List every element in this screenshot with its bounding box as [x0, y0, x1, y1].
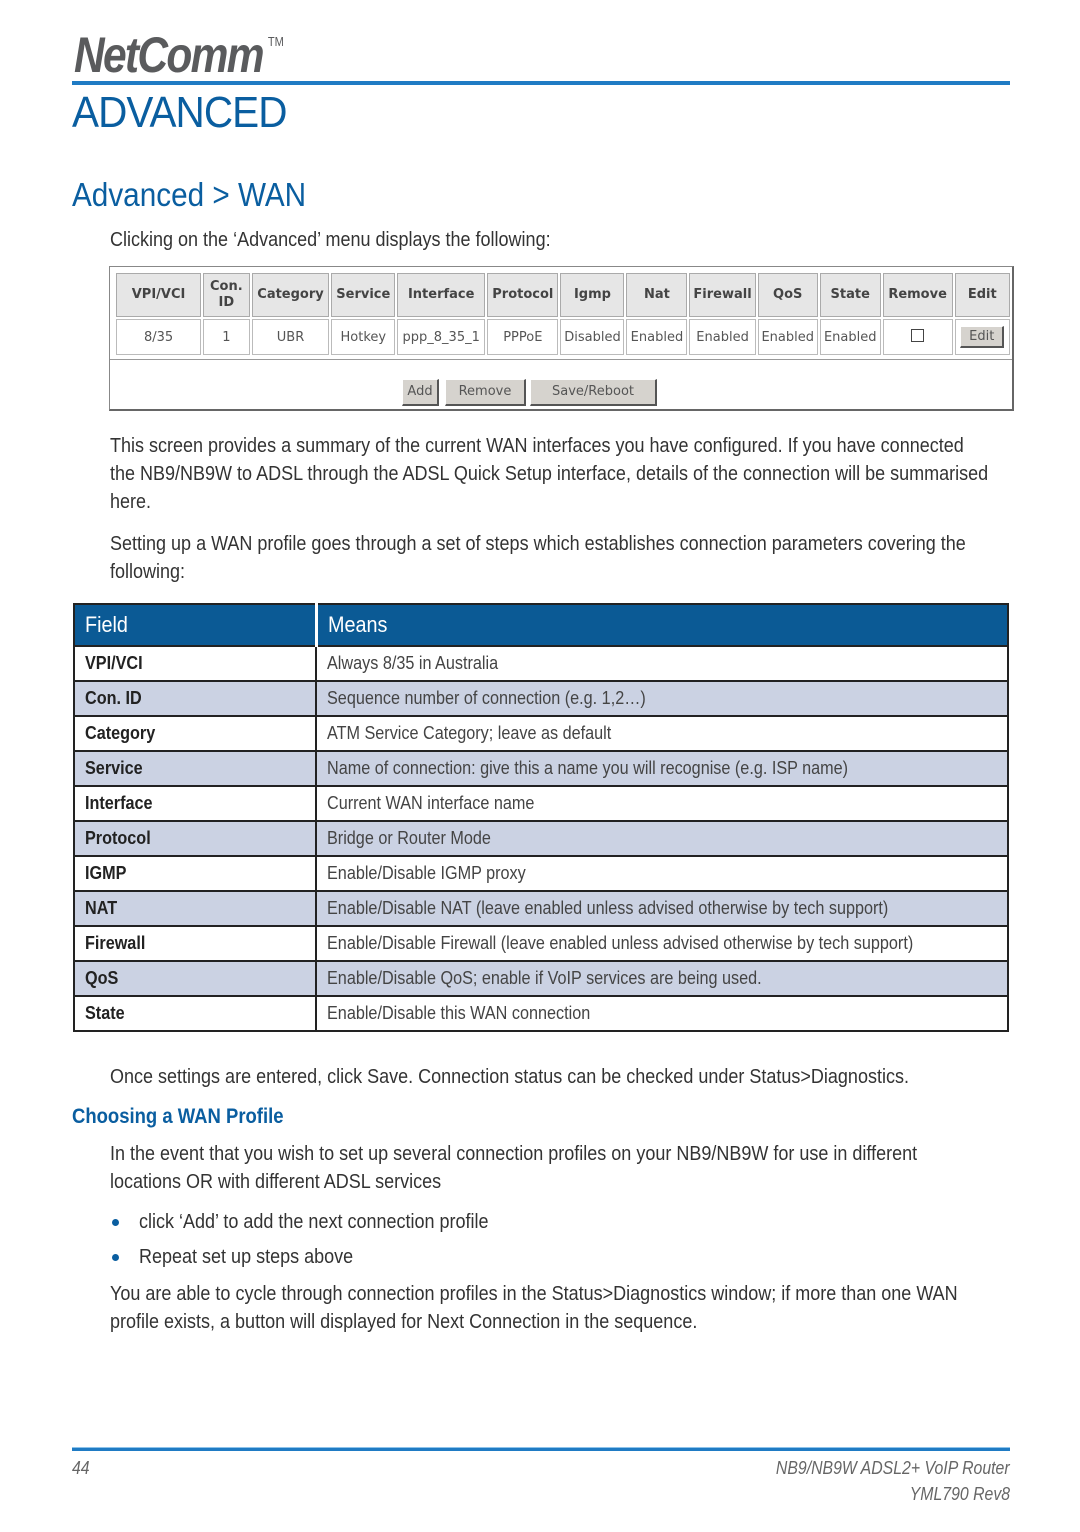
wan-table-row: 8/35 1 UBR Hotkey ppp_8_35_1 PPPoE Disab…: [116, 319, 1010, 355]
wan-screenshot: VPI/VCI Con. ID Category Service Interfac…: [109, 266, 1014, 411]
section-title: Advanced > WAN: [72, 176, 307, 213]
field-meaning: ATM Service Category; leave as default: [315, 715, 1009, 752]
cell-qos: Enabled: [757, 319, 818, 355]
field-name: Category: [73, 715, 317, 752]
field-name: Interface: [73, 785, 317, 822]
bullet-item: click ‘Add’ to add the next connection p…: [112, 1211, 527, 1234]
field-meaning: Enable/Disable IGMP proxy: [315, 855, 1009, 892]
field-name: NAT: [73, 890, 317, 927]
netcomm-logo: NetComm TM: [74, 26, 284, 84]
field-name: QoS: [73, 960, 317, 997]
field-name: State: [73, 995, 317, 1032]
bullet-icon: [112, 1254, 119, 1262]
field-meaning: Enable/Disable Firewall (leave enabled u…: [315, 925, 1009, 962]
field-table-row: QoS Enable/Disable QoS; enable if VoIP se…: [73, 960, 1009, 997]
cell-category: UBR: [251, 319, 330, 355]
col-protocol: Protocol: [487, 273, 559, 317]
field-table-row: Interface Current WAN interface name: [73, 785, 1009, 822]
cell-firewall: Enabled: [689, 319, 756, 355]
cell-con-id: 1: [203, 319, 250, 355]
cell-igmp: Disabled: [560, 319, 625, 355]
field-name: Protocol: [73, 820, 317, 857]
field-table-row: NAT Enable/Disable NAT (leave enabled unl…: [73, 890, 1009, 927]
field-table-header: Field Means: [73, 603, 1009, 647]
field-meaning: Name of connection: give this a name you…: [315, 750, 1009, 787]
field-meaning: Enable/Disable NAT (leave enabled unless…: [315, 890, 1009, 927]
doc-code: YML790 Rev8: [909, 1484, 1010, 1504]
remove-button[interactable]: Remove: [445, 379, 526, 406]
col-qos: QoS: [757, 273, 818, 317]
field-name: IGMP: [73, 855, 317, 892]
cell-vpi-vci: 8/35: [116, 319, 202, 355]
field-meaning: Enable/Disable this WAN connection: [315, 995, 1009, 1032]
col-edit: Edit: [954, 273, 1010, 317]
edit-button[interactable]: Edit: [960, 326, 1005, 348]
summary-paragraph: This screen provides a summary of the cu…: [110, 435, 989, 513]
col-firewall: Firewall: [689, 273, 756, 317]
page-number: 44: [72, 1458, 90, 1478]
wan-table-header: VPI/VCI Con. ID Category Service Interfac…: [116, 273, 1010, 317]
field-meaning: Current WAN interface name: [315, 785, 1009, 822]
bullet-item: Repeat set up steps above: [112, 1246, 377, 1269]
col-nat: Nat: [626, 273, 688, 317]
col-state: State: [819, 273, 881, 317]
bullet-icon: [112, 1219, 119, 1227]
field-meaning: Enable/Disable QoS; enable if VoIP servi…: [315, 960, 1009, 997]
col-service: Service: [331, 273, 396, 317]
header-field: Field: [73, 603, 317, 647]
field-table: Field Means VPI/VCI Always 8/35 in Austra…: [73, 603, 1009, 1032]
field-table-row: State Enable/Disable this WAN connection: [73, 995, 1009, 1032]
field-table-row: IGMP Enable/Disable IGMP proxy: [73, 855, 1009, 892]
cell-nat: Enabled: [626, 319, 688, 355]
remove-checkbox[interactable]: [911, 328, 925, 342]
cycle-paragraph: You are able to cycle through connection…: [110, 1283, 958, 1333]
product-name: NB9/NB9W ADSL2+ VoIP Router: [776, 1458, 1010, 1478]
field-name: Service: [73, 750, 317, 787]
field-meaning: Sequence number of connection (e.g. 1,2……: [315, 680, 1009, 717]
field-table-row: Service Name of connection: give this a n…: [73, 750, 1009, 787]
col-remove: Remove: [882, 273, 953, 317]
cell-protocol: PPPoE: [487, 319, 559, 355]
logo-text: NetComm: [74, 27, 265, 83]
screenshot-divider: [110, 359, 1012, 360]
field-meaning: Always 8/35 in Australia: [315, 645, 1009, 682]
header-means: Means: [314, 603, 1009, 647]
cell-interface: ppp_8_35_1: [397, 319, 486, 355]
save-paragraph: Once settings are entered, click Save. C…: [110, 1066, 909, 1088]
col-vpi-vci: VPI/VCI: [116, 273, 202, 317]
field-name: VPI/VCI: [73, 645, 317, 682]
wan-summary-table: VPI/VCI Con. ID Category Service Interfac…: [114, 271, 1012, 357]
col-category: Category: [251, 273, 330, 317]
save-reboot-button[interactable]: Save/Reboot: [530, 379, 657, 406]
field-table-row: VPI/VCI Always 8/35 in Australia: [73, 645, 1009, 682]
intro-text: Clicking on the ‘Advanced’ menu displays…: [110, 229, 551, 251]
field-name: Con. ID: [73, 680, 317, 717]
footer-divider: [72, 1447, 1010, 1451]
field-meaning: Bridge or Router Mode: [315, 820, 1009, 857]
cell-service: Hotkey: [331, 319, 396, 355]
field-name: Firewall: [73, 925, 317, 962]
logo-trademark: TM: [267, 34, 284, 49]
cell-edit: Edit: [954, 319, 1010, 355]
chapter-title: ADVANCED: [72, 88, 287, 137]
col-interface: Interface: [397, 273, 486, 317]
field-table-row: Protocol Bridge or Router Mode: [73, 820, 1009, 857]
field-table-row: Category ATM Service Category; leave as d…: [73, 715, 1009, 752]
profile-heading: Choosing a WAN Profile: [72, 1105, 284, 1128]
col-igmp: Igmp: [560, 273, 625, 317]
add-button[interactable]: Add: [402, 379, 439, 406]
cell-state: Enabled: [819, 319, 881, 355]
header-divider: [72, 81, 1010, 85]
profile-paragraph: In the event that you wish to set up sev…: [110, 1143, 918, 1193]
cell-remove: [882, 319, 953, 355]
col-con-id: Con. ID: [203, 273, 250, 317]
field-table-row: Firewall Enable/Disable Firewall (leave e…: [73, 925, 1009, 962]
setup-paragraph: Setting up a WAN profile goes through a …: [110, 533, 966, 583]
field-table-row: Con. ID Sequence number of connection (e.…: [73, 680, 1009, 717]
